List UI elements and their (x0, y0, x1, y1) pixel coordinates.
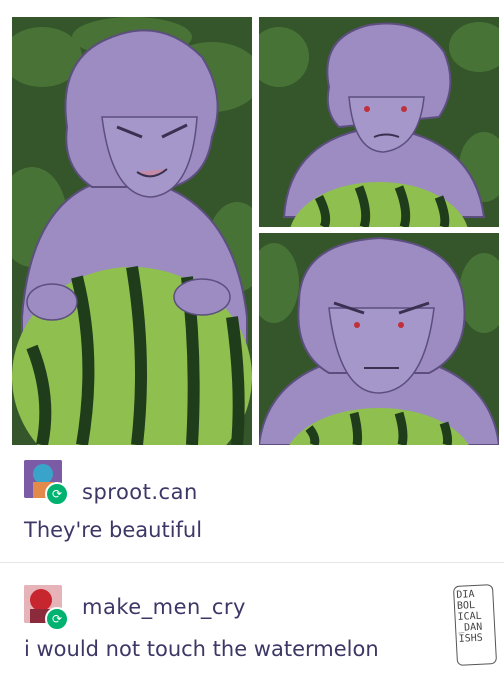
comic-strip (0, 0, 504, 450)
comic-panel-1 (12, 17, 252, 445)
signature-line: ISHS (458, 632, 484, 645)
post-divider (0, 562, 504, 563)
post-2-text: i would not touch the watermelon (24, 637, 379, 661)
comic-panel-3 (259, 233, 499, 445)
panel-1-art (12, 17, 252, 445)
post-1-text: They're beautiful (24, 518, 203, 542)
comic-panel-2 (259, 17, 499, 227)
panel-3-art (259, 233, 499, 445)
panel-2-art (259, 17, 499, 227)
reblog-post-2: ⟳ make_men_cry i would not touch the wat… (0, 565, 504, 680)
reblog-icon: ⟳ (45, 482, 69, 506)
post-1-username[interactable]: sproot.can (82, 480, 198, 504)
artist-signature: DIA BOL ICAL _DAN ISHS (452, 584, 498, 666)
post-2-username[interactable]: make_men_cry (82, 595, 246, 619)
reblog-post-1: ⟳ sproot.can They're beautiful (0, 452, 504, 562)
reblog-icon: ⟳ (45, 607, 69, 631)
